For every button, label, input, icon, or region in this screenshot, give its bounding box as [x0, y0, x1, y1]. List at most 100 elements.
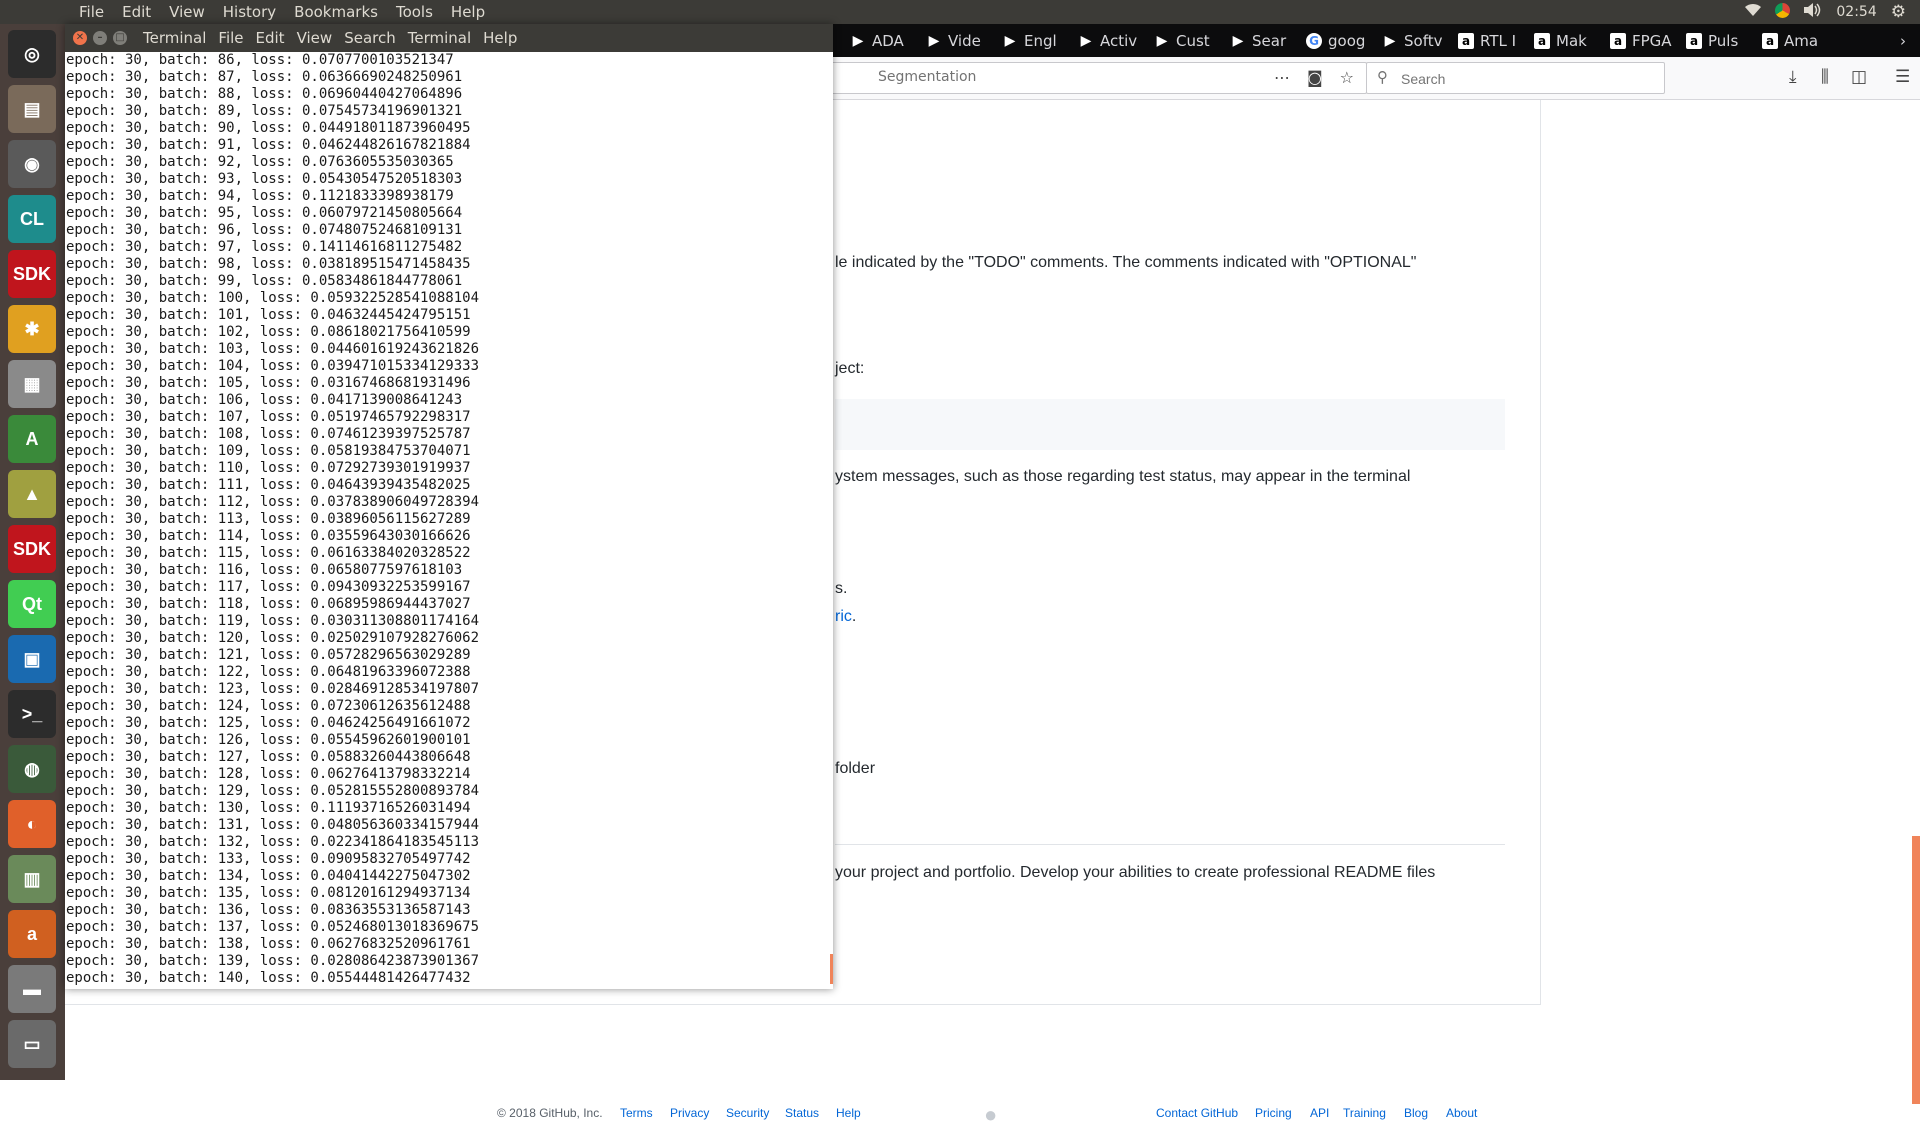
- libreoffice-icon[interactable]: ▥: [8, 855, 56, 903]
- cube-icon[interactable]: ▦: [8, 360, 56, 408]
- virtualbox-icon[interactable]: ▣: [8, 635, 56, 683]
- terminal-scrollbar[interactable]: [830, 954, 833, 984]
- footer-link-terms[interactable]: Terms: [620, 1106, 653, 1120]
- rubric-link[interactable]: ric: [835, 608, 852, 625]
- files-icon[interactable]: ▤: [8, 85, 56, 133]
- camera-icon[interactable]: ◉: [8, 140, 56, 188]
- terminal-menu-search[interactable]: Search: [338, 24, 402, 52]
- menu-file[interactable]: File: [70, 0, 113, 24]
- library-icon[interactable]: ⫼: [1821, 67, 1829, 87]
- search-bar[interactable]: ⚲: [1366, 62, 1665, 94]
- footer-link-security[interactable]: Security: [726, 1106, 769, 1120]
- terminal-menu-view[interactable]: View: [291, 24, 339, 52]
- slack-icon[interactable]: ✱: [8, 305, 56, 353]
- menu-bookmarks[interactable]: Bookmarks: [285, 0, 387, 24]
- vivado-icon[interactable]: ▲: [8, 470, 56, 518]
- terminal-line: epoch: 30, batch: 105, loss: 0.031674686…: [66, 375, 471, 391]
- clock[interactable]: 02:54: [1836, 4, 1876, 20]
- camera-lens-icon[interactable]: ◍: [8, 745, 56, 793]
- browser-tab[interactable]: a Ama: [1762, 24, 1818, 57]
- more-icon[interactable]: ⋯: [1274, 68, 1290, 87]
- browser-tab[interactable]: ▶ Cust: [1154, 24, 1210, 57]
- terminal-menu-help[interactable]: Help: [477, 24, 523, 52]
- wifi-icon[interactable]: [1745, 3, 1762, 21]
- sdk-icon-2[interactable]: SDK: [8, 525, 56, 573]
- clion-icon[interactable]: CL: [8, 195, 56, 243]
- software-center-icon[interactable]: ▬: [8, 965, 56, 1013]
- menu-history[interactable]: History: [214, 0, 285, 24]
- terminal-line: epoch: 30, batch: 86, loss: 0.0707700103…: [66, 52, 454, 68]
- terminal-line: epoch: 30, batch: 135, loss: 0.081201612…: [66, 885, 471, 901]
- sidebar-icon[interactable]: ◫: [1851, 67, 1867, 87]
- footer-link-contact-github[interactable]: Contact GitHub: [1156, 1106, 1238, 1120]
- browser-tab[interactable]: a FPGA: [1610, 24, 1672, 57]
- pocket-icon[interactable]: ◙: [1307, 68, 1323, 87]
- terminal-menu-edit[interactable]: Edit: [250, 24, 291, 52]
- android-studio-icon[interactable]: A: [8, 415, 56, 463]
- footer-link-about[interactable]: About: [1446, 1106, 1477, 1120]
- footer-link-status[interactable]: Status: [785, 1106, 819, 1120]
- search-input[interactable]: [1399, 68, 1653, 90]
- terminal-menu-file[interactable]: File: [212, 24, 249, 52]
- terminal-line: epoch: 30, batch: 130, loss: 0.111937165…: [66, 800, 471, 816]
- hamburger-menu-icon[interactable]: ☰: [1895, 67, 1910, 87]
- terminal-line: epoch: 30, batch: 136, loss: 0.083635531…: [66, 902, 471, 918]
- download-icon[interactable]: ⤓: [1789, 67, 1797, 87]
- minimize-icon[interactable]: –: [93, 31, 107, 45]
- terminal-title: Terminal: [143, 29, 207, 47]
- browser-tab[interactable]: Ggoog: [1306, 24, 1365, 57]
- terminal-icon[interactable]: >_: [8, 690, 56, 738]
- footer-link-help[interactable]: Help: [836, 1106, 861, 1120]
- tab-label: Vide: [948, 31, 981, 50]
- gear-icon[interactable]: ⚙: [1891, 2, 1906, 22]
- terminal-line: epoch: 30, batch: 123, loss: 0.028469128…: [66, 681, 480, 697]
- close-icon[interactable]: ✕: [73, 31, 87, 45]
- browser-tab[interactable]: a Puls: [1686, 24, 1738, 57]
- browser-tab[interactable]: ▶ Activ: [1078, 24, 1138, 57]
- browser-tab[interactable]: ▶ ADA: [850, 24, 904, 57]
- terminal-line: epoch: 30, batch: 133, loss: 0.090958327…: [66, 851, 471, 867]
- terminal-line: epoch: 30, batch: 101, loss: 0.046324454…: [66, 307, 471, 323]
- sdk-icon[interactable]: SDK: [8, 250, 56, 298]
- footer-link-pricing[interactable]: Pricing: [1255, 1106, 1292, 1120]
- firefox-icon[interactable]: ◐: [8, 800, 56, 848]
- footer-link-api[interactable]: API: [1310, 1106, 1329, 1120]
- browser-tab[interactable]: ▶ Sear: [1230, 24, 1287, 57]
- amazon-icon[interactable]: a: [8, 910, 56, 958]
- terminal-line: epoch: 30, batch: 118, loss: 0.068959869…: [66, 596, 471, 612]
- chrome-icon[interactable]: [1775, 2, 1791, 22]
- terminal-line: epoch: 30, batch: 88, loss: 0.0696044042…: [66, 86, 463, 102]
- system-tray: 02:54 ⚙: [1745, 0, 1920, 24]
- terminal-title-bar[interactable]: ✕ – □ Terminal File Edit View Search Ter…: [65, 24, 833, 52]
- terminal-output[interactable]: epoch: 30, batch: 86, loss: 0.0707700103…: [66, 52, 832, 989]
- tab-label: goog: [1328, 31, 1366, 50]
- menu-view[interactable]: View: [160, 0, 214, 24]
- maximize-icon[interactable]: □: [113, 31, 127, 45]
- terminal-line: epoch: 30, batch: 91, loss: 0.0462448261…: [66, 137, 471, 153]
- tab-overflow-icon[interactable]: ›: [1900, 24, 1906, 57]
- footer-link-privacy[interactable]: Privacy: [670, 1106, 709, 1120]
- browser-tab[interactable]: ▶ Vide: [926, 24, 981, 57]
- terminal-line: epoch: 30, batch: 112, loss: 0.037838906…: [66, 494, 480, 510]
- terminal-menu-terminal[interactable]: Terminal: [402, 24, 477, 52]
- ubuntu-dash-icon[interactable]: ◎: [8, 30, 56, 78]
- menu-help[interactable]: Help: [442, 0, 494, 24]
- menu-tools[interactable]: Tools: [387, 0, 442, 24]
- trash-icon[interactable]: ▭: [8, 1020, 56, 1068]
- bookmark-star-icon[interactable]: ☆: [1340, 68, 1354, 87]
- amazon-icon: a: [1610, 32, 1626, 49]
- menu-edit[interactable]: Edit: [113, 0, 160, 24]
- qt-icon[interactable]: Qt: [8, 580, 56, 628]
- browser-tab[interactable]: a Mak: [1534, 24, 1587, 57]
- browser-tab[interactable]: a RTL I: [1458, 24, 1516, 57]
- terminal-line: epoch: 30, batch: 122, loss: 0.064819633…: [66, 664, 471, 680]
- footer-link-training[interactable]: Training: [1343, 1106, 1386, 1120]
- code-block: [835, 399, 1505, 450]
- page-scrollbar[interactable]: [1912, 836, 1920, 1104]
- browser-tab[interactable]: ▶ Softv: [1382, 24, 1443, 57]
- readme-text: ject:: [835, 360, 865, 377]
- github-logo-icon[interactable]: ●: [984, 1102, 997, 1128]
- footer-link-blog[interactable]: Blog: [1404, 1106, 1428, 1120]
- volume-icon[interactable]: [1804, 3, 1822, 21]
- browser-tab[interactable]: ▶ Engl: [1002, 24, 1057, 57]
